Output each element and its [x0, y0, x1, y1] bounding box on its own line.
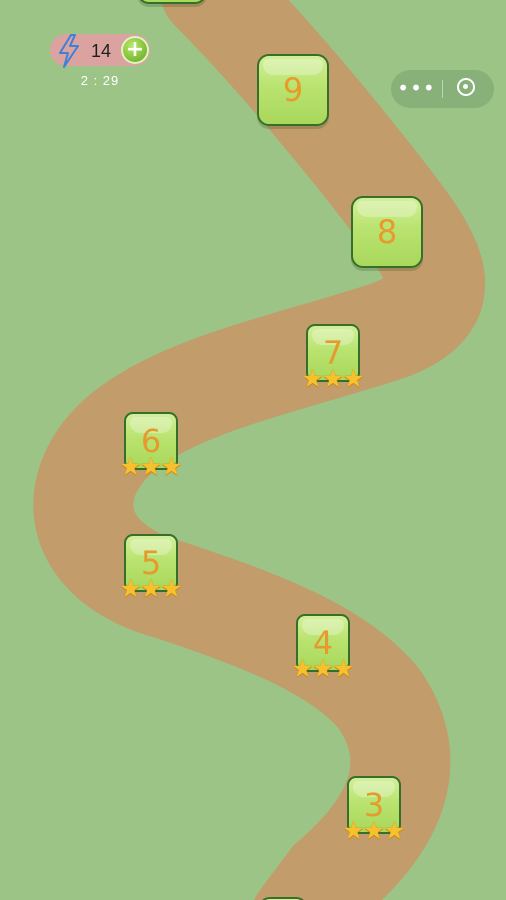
- add-energy-button[interactable]: +: [121, 36, 149, 64]
- more-button[interactable]: •••: [391, 70, 442, 108]
- star-icon: ★: [160, 453, 183, 481]
- star-rating: ★ ★ ★: [119, 453, 183, 481]
- level-number: 9: [282, 71, 304, 109]
- star-icon: ★: [383, 817, 406, 845]
- star-icon: ★: [160, 575, 183, 603]
- level-8-button[interactable]: 8: [351, 196, 423, 268]
- star-rating: ★ ★ ★: [119, 575, 183, 603]
- star-icon: ★: [342, 365, 365, 393]
- plus-icon: +: [125, 37, 145, 62]
- more-dots-icon: •••: [397, 76, 436, 100]
- level-5-button[interactable]: 5 ★ ★ ★: [119, 534, 183, 602]
- star-rating: ★ ★ ★: [342, 817, 406, 845]
- target-close-icon: [457, 78, 475, 96]
- level-9-button[interactable]: 9: [257, 54, 329, 126]
- energy-count: 14: [90, 41, 112, 61]
- star-icon: ★: [362, 817, 386, 845]
- star-icon: ★: [139, 453, 163, 481]
- level-4-button[interactable]: 4 ★ ★ ★: [291, 614, 355, 682]
- level-number: 8: [376, 213, 398, 251]
- game-map: 9 8 7 ★ ★ ★ 6 ★ ★ ★ 5 ★ ★ ★ 4 ★ ★ ★ 3 ★ …: [0, 0, 506, 900]
- lightning-bolt-icon: [59, 34, 79, 68]
- miniprogram-capsule: •••: [391, 70, 494, 108]
- level-3-button[interactable]: 3 ★ ★ ★: [342, 776, 406, 844]
- energy-timer: 2 : 29: [80, 73, 120, 88]
- star-icon: ★: [139, 575, 163, 603]
- star-icon: ★: [332, 655, 355, 683]
- star-icon: ★: [311, 655, 335, 683]
- star-rating: ★ ★ ★: [291, 655, 355, 683]
- winding-path: [33, 0, 485, 900]
- star-rating: ★ ★ ★: [301, 365, 365, 393]
- level-6-button[interactable]: 6 ★ ★ ★: [119, 412, 183, 480]
- level-tile-partial-top[interactable]: [137, 0, 207, 4]
- energy-counter: 14 +: [50, 34, 150, 68]
- close-button[interactable]: [443, 70, 494, 108]
- star-icon: ★: [321, 365, 345, 393]
- level-7-button[interactable]: 7 ★ ★ ★: [301, 324, 365, 392]
